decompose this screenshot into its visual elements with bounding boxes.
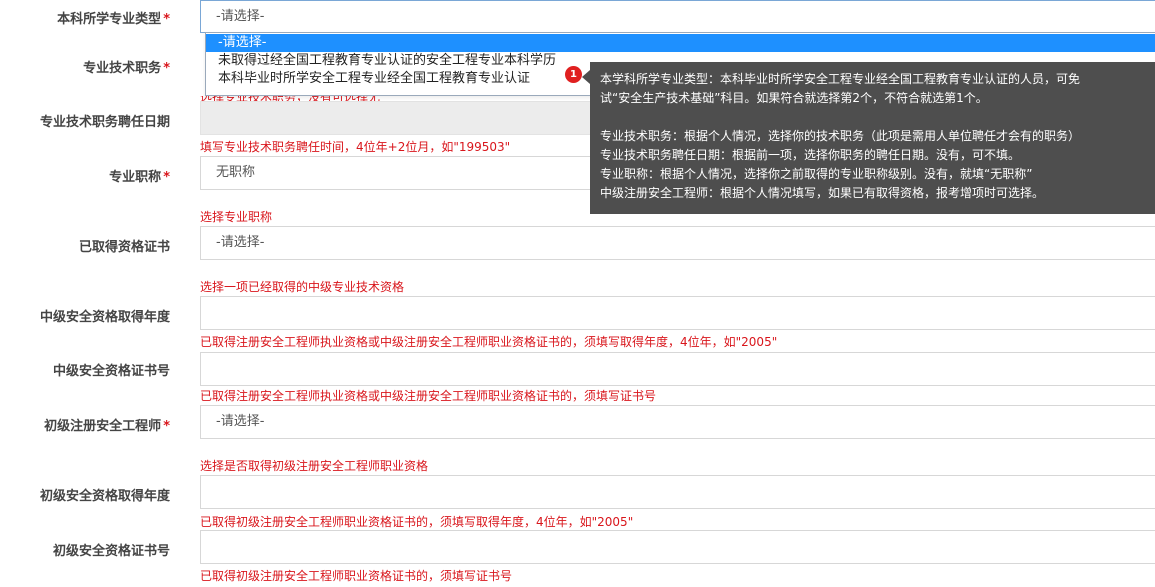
label-professional-post: 专业技术职务 *: [83, 61, 170, 76]
label-junior-cert-no: 初级安全资格证书号: [52, 544, 170, 559]
dropdown-option[interactable]: -请选择-: [206, 34, 1155, 52]
hint-professional-title: 选择专业职称: [200, 210, 273, 224]
input-intermediate-year[interactable]: [200, 296, 1155, 330]
select-undergrad-major-type[interactable]: -请选择-: [200, 0, 1155, 33]
tooltip-line: 专业技术职务聘任日期：根据前一项，选择你职务的聘任日期。没有，可不填。: [600, 148, 1021, 162]
select-obtained-certificate[interactable]: -请选择-: [200, 226, 1155, 260]
label-intermediate-year: 中级安全资格取得年度: [39, 310, 170, 325]
tooltip-line: [600, 108, 1145, 127]
input-intermediate-cert-no[interactable]: [200, 352, 1155, 386]
input-junior-year[interactable]: [200, 475, 1155, 509]
tooltip-line: 专业技术职务：根据个人情况，选择你的技术职务（此项是需用人单位聘任才会有的职务）: [600, 129, 1081, 143]
notification-badge: 1: [565, 66, 582, 83]
label-professional-title: 专业职称 *: [109, 170, 170, 185]
hint-intermediate-year: 已取得注册安全工程师执业资格或中级注册安全工程师职业资格证书的，须填写取得年度，…: [200, 335, 778, 349]
label-junior-year: 初级安全资格取得年度: [39, 489, 170, 504]
hint-junior-cert-no: 已取得初级注册安全工程师职业资格证书的，须填写证书号: [200, 569, 513, 583]
tooltip-line: 试“安全生产技术基础”科目。如果符合就选择第2个，不符合就选第1个。: [600, 91, 988, 105]
label-junior-engineer: 初级注册安全工程师 *: [44, 419, 170, 434]
label-obtained-certificate: 已取得资格证书: [78, 240, 170, 255]
tooltip-line: 专业职称：根据个人情况，选择你之前取得的专业职称级别。没有，就填“无职称”: [600, 167, 1033, 181]
hint-obtained-certificate: 选择一项已经取得的中级专业技术资格: [200, 280, 405, 294]
label-undergrad-major-type: 本科所学专业类型 *: [57, 12, 170, 27]
hint-junior-engineer: 选择是否取得初级注册安全工程师职业资格: [200, 459, 429, 473]
help-tooltip: 本学科所学专业类型：本科毕业时所学安全工程专业经全国工程教育专业认证的人员，可免…: [582, 62, 1155, 214]
tooltip-line: 中级注册安全工程师：根据个人情况填写，如果已有取得资格，报考增项时可选择。: [600, 186, 1045, 200]
label-post-appointment-date: 专业技术职务聘任日期: [39, 115, 170, 130]
hint-junior-year: 已取得初级注册安全工程师职业资格证书的，须填写取得年度，4位年，如"2005": [200, 515, 634, 529]
hint-post-appointment-date: 填写专业技术职务聘任时间，4位年+2位月，如"199503": [200, 140, 511, 154]
hint-intermediate-cert-no: 已取得注册安全工程师执业资格或中级注册安全工程师职业资格证书的，须填写证书号: [200, 389, 657, 403]
tooltip-line: 本学科所学专业类型：本科毕业时所学安全工程专业经全国工程教育专业认证的人员，可免: [600, 72, 1081, 86]
input-junior-cert-no[interactable]: [200, 530, 1155, 564]
label-intermediate-cert-no: 中级安全资格证书号: [52, 364, 170, 379]
select-junior-engineer[interactable]: -请选择-: [200, 405, 1155, 439]
tooltip-arrow-icon: [582, 70, 590, 84]
